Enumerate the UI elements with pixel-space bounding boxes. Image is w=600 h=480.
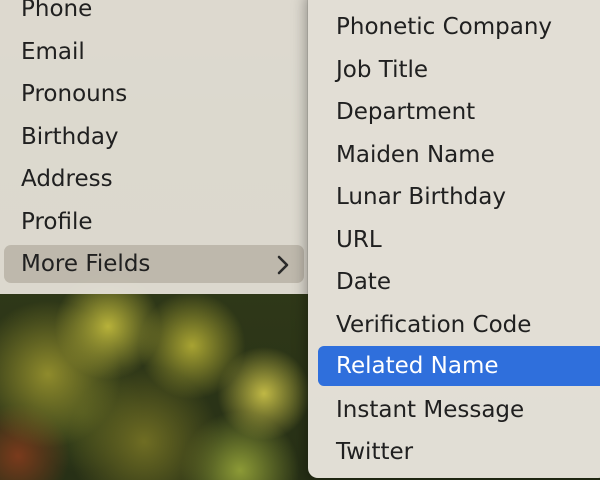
submenu-item-label: Phonetic Company — [336, 14, 553, 40]
menu-item-label: Birthday — [21, 124, 119, 150]
submenu-item-label: Lunar Birthday — [336, 184, 506, 210]
submenu-item-department[interactable]: Department — [318, 92, 600, 132]
menu-item-birthday[interactable]: Birthday — [4, 118, 304, 156]
menu-item-profile[interactable]: Profile — [4, 203, 304, 241]
menu-item-label: Phone — [21, 0, 93, 22]
submenu-item-twitter[interactable]: Twitter — [318, 432, 600, 472]
context-menu: Phone Email Pronouns Birthday Address Pr… — [0, 0, 308, 294]
submenu-item-label: Date — [336, 269, 391, 295]
submenu-item-label: Verification Code — [336, 312, 532, 338]
submenu-item-verification-code[interactable]: Verification Code — [318, 305, 600, 345]
submenu-item-label: Twitter — [336, 439, 414, 465]
submenu-item-url[interactable]: URL — [318, 220, 600, 260]
more-fields-submenu: Phonetic Company Job Title Department Ma… — [308, 0, 600, 478]
submenu-item-lunar-birthday[interactable]: Lunar Birthday — [318, 177, 600, 217]
menu-item-address[interactable]: Address — [4, 160, 304, 198]
menu-item-label: Profile — [21, 209, 93, 235]
menu-item-label: Pronouns — [21, 81, 128, 107]
menu-item-label: More Fields — [21, 251, 151, 277]
submenu-item-instant-message[interactable]: Instant Message — [318, 390, 600, 430]
chevron-right-icon — [276, 245, 290, 283]
menu-item-phone[interactable]: Phone — [4, 0, 304, 28]
submenu-item-phonetic-company[interactable]: Phonetic Company — [318, 7, 600, 47]
submenu-item-label: Job Title — [336, 57, 429, 83]
menu-item-more-fields[interactable]: More Fields — [4, 245, 304, 283]
submenu-item-date[interactable]: Date — [318, 262, 600, 302]
menu-item-label: Address — [21, 166, 113, 192]
submenu-item-job-title[interactable]: Job Title — [318, 50, 600, 90]
menu-item-email[interactable]: Email — [4, 33, 304, 71]
menu-item-label: Email — [21, 39, 85, 65]
submenu-item-label: Department — [336, 99, 476, 125]
submenu-item-label: URL — [336, 227, 382, 253]
menu-item-pronouns[interactable]: Pronouns — [4, 75, 304, 113]
submenu-item-label: Instant Message — [336, 397, 525, 423]
submenu-item-maiden-name[interactable]: Maiden Name — [318, 135, 600, 175]
submenu-item-label: Maiden Name — [336, 142, 495, 168]
submenu-item-label: Related Name — [336, 353, 499, 379]
submenu-item-related-name[interactable]: Related Name — [318, 346, 600, 386]
